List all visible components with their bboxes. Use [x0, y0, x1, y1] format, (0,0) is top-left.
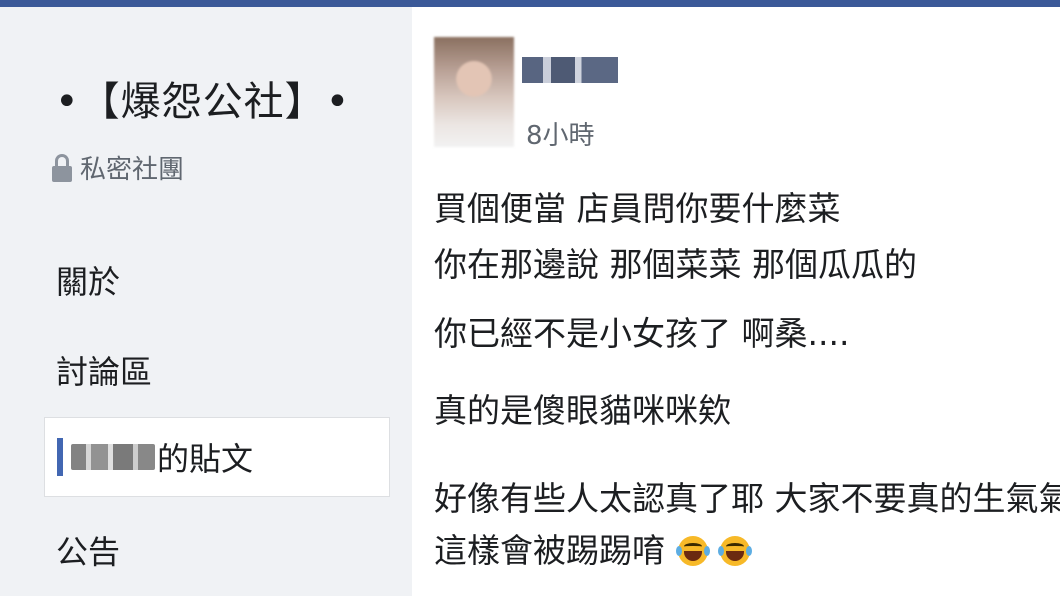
post-text-line: 好像有些人太認真了耶 大家不要真的生氣氣啦: [434, 479, 1060, 518]
post-timestamp[interactable]: 8小時: [526, 115, 595, 152]
crying-laughing-emoji-icon: [718, 536, 752, 566]
sidebar-item-announcements[interactable]: 公告: [44, 510, 390, 590]
privacy-label: 私密社團: [80, 155, 185, 185]
post-text-line: 你在那邊說 那個菜菜 那個瓜瓜的: [434, 245, 917, 284]
group-sidebar: •【爆怨公社】• 私密社團 關於 討論區 的貼文 公告: [0, 7, 412, 596]
blurred-member-name: [71, 444, 155, 470]
sidebar-item-label: 討論區: [56, 353, 153, 391]
sidebar-item-member-posts[interactable]: 的貼文: [44, 417, 390, 497]
post-text: 這樣會被踢踢唷: [434, 531, 665, 570]
post-text-line: 真的是傻眼貓咪咪欸: [434, 391, 731, 430]
lock-icon: [52, 153, 72, 182]
post-text-line: 買個便當 店員問你要什麼菜: [434, 189, 841, 228]
post-text-line-with-emoji: 這樣會被踢踢唷: [434, 522, 1054, 580]
top-bar: [0, 0, 1060, 7]
group-title[interactable]: •【爆怨公社】•: [55, 69, 350, 127]
blurred-author-name[interactable]: [522, 57, 618, 83]
sidebar-item-about[interactable]: 關於: [44, 240, 390, 320]
privacy-status: 私密社團: [52, 149, 184, 186]
sidebar-item-label: 的貼文: [157, 440, 254, 478]
avatar[interactable]: [434, 37, 514, 147]
crying-laughing-emoji-icon: [675, 536, 710, 566]
sidebar-item-label: 公告: [56, 533, 121, 571]
post-text-line: 你已經不是小女孩了 啊桑....: [434, 314, 850, 353]
post-card: 8小時 買個便當 店員問你要什麼菜 你在那邊說 那個菜菜 那個瓜瓜的 你已經不是…: [412, 7, 1060, 596]
sidebar-item-discussion[interactable]: 討論區: [44, 330, 390, 410]
active-indicator: [57, 438, 63, 476]
sidebar-item-label: 關於: [56, 263, 121, 301]
